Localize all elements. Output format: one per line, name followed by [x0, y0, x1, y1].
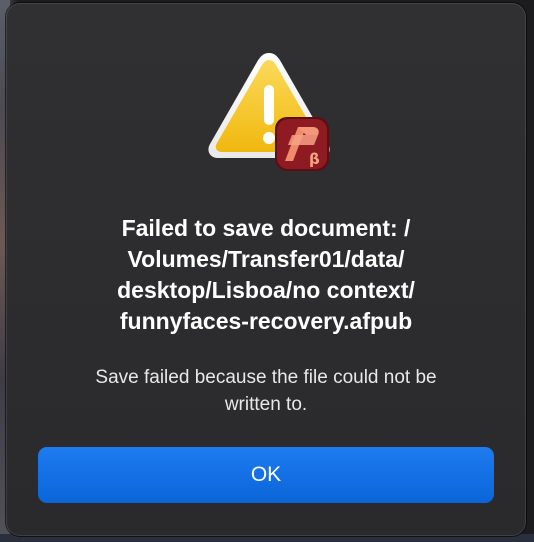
affinity-publisher-beta-icon: β — [275, 117, 329, 171]
alert-icon: β — [206, 51, 332, 175]
badge-beta-letter: β — [309, 150, 320, 168]
ok-button[interactable]: OK — [38, 447, 494, 503]
alert-title: Failed to save document: / Volumes/Trans… — [36, 213, 496, 337]
alert-message-line: written to. — [224, 394, 308, 415]
warning-triangle-icon: β — [208, 53, 330, 171]
alert-message-line: Save failed because the file could not b… — [95, 367, 437, 388]
alert-dialog: β Failed to save document: / Volumes/Tra… — [6, 3, 526, 536]
alert-title-line: desktop/Lisboa/no context/ — [117, 277, 415, 303]
alert-message: Save failed because the file could not b… — [36, 364, 496, 418]
alert-title-line: Failed to save document: / — [121, 215, 411, 241]
alert-title-line: funnyfaces-recovery.afpub — [119, 308, 413, 334]
alert-title-line: Volumes/Transfer01/data/ — [127, 246, 405, 272]
